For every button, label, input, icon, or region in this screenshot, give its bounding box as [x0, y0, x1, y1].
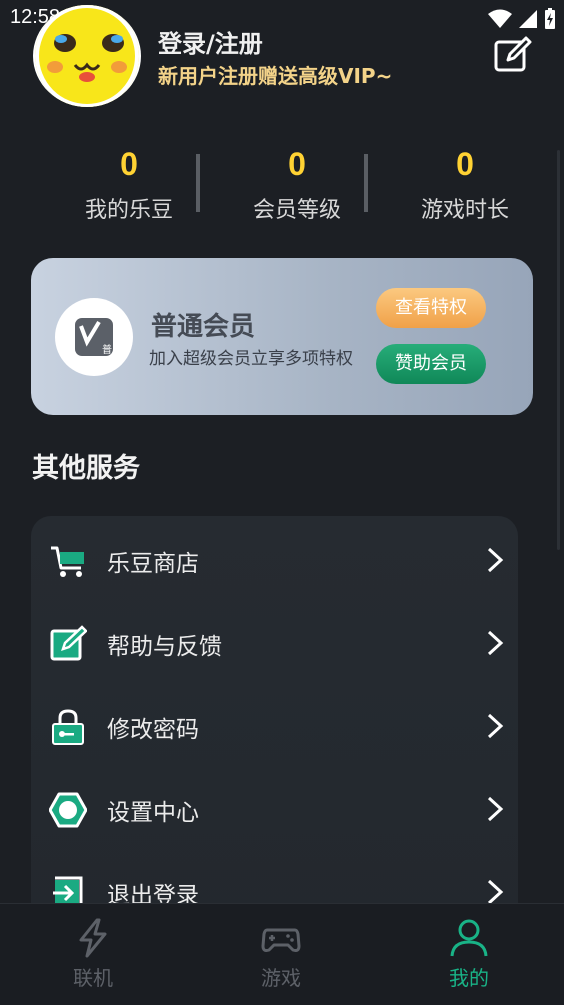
list-item-label: 修改密码: [107, 717, 199, 743]
battery-icon: [545, 8, 555, 29]
vip-description: 加入超级会员立享多项特权: [149, 349, 353, 369]
feedback-icon: [50, 625, 87, 661]
status-icons: [488, 8, 556, 30]
login-register-link[interactable]: 登录/注册: [158, 24, 263, 59]
view-privileges-button[interactable]: 查看特权: [376, 288, 486, 328]
stat-value: 0: [288, 146, 306, 182]
nav-tab-games[interactable]: 游戏: [221, 918, 341, 991]
nav-label: 游戏: [261, 966, 301, 990]
avatar[interactable]: [33, 5, 141, 107]
vip-badge-icon: 普: [75, 318, 113, 356]
gamepad-icon: [261, 928, 301, 952]
chevron-right-icon: [487, 547, 504, 573]
chevron-right-icon: [487, 879, 504, 905]
cart-icon: [51, 546, 84, 577]
stats-row: 0 我的乐豆 0 会员等级 0 游戏时长: [0, 140, 564, 240]
nav-tab-mine[interactable]: 我的: [409, 918, 529, 991]
nav-label: 我的: [449, 966, 489, 990]
stat-ledou[interactable]: 0 我的乐豆: [44, 140, 214, 224]
stat-label: 游戏时长: [420, 198, 509, 223]
stat-value: 0: [120, 146, 138, 182]
services-list: 乐豆商店 帮助与反馈 修改密码 设置中心 退出登录: [31, 516, 518, 936]
stat-game-time[interactable]: 0 游戏时长: [380, 140, 550, 224]
settings-icon: [49, 792, 87, 828]
list-item-help-feedback[interactable]: 帮助与反馈: [31, 603, 518, 683]
wifi-icon: [488, 9, 512, 28]
scrollbar[interactable]: [557, 150, 560, 550]
stat-value: 0: [456, 146, 474, 182]
list-item-label: 帮助与反馈: [107, 634, 222, 660]
stat-divider: [364, 154, 368, 212]
stat-label: 我的乐豆: [84, 198, 173, 223]
list-item-settings[interactable]: 设置中心: [31, 769, 518, 849]
nav-tab-online[interactable]: 联机: [33, 918, 153, 991]
svg-text:普: 普: [102, 343, 112, 356]
list-item-label: 设置中心: [107, 800, 199, 826]
vip-logo: 普: [55, 298, 133, 376]
stat-label: 会员等级: [252, 198, 341, 223]
chevron-right-icon: [487, 713, 504, 739]
stat-member-level[interactable]: 0 会员等级: [212, 140, 382, 224]
pikachu-avatar-icon: [35, 5, 139, 107]
section-title: 其他服务: [32, 453, 140, 484]
chevron-right-icon: [487, 630, 504, 656]
list-item-change-password[interactable]: 修改密码: [31, 686, 518, 766]
sponsor-member-button[interactable]: 赞助会员: [376, 344, 486, 384]
edit-profile-icon[interactable]: [492, 34, 532, 74]
user-icon: [450, 919, 488, 957]
signal-icon: [519, 10, 537, 28]
list-item-ledou-shop[interactable]: 乐豆商店: [31, 520, 518, 600]
bottom-nav: 联机 游戏 我的: [0, 903, 564, 1005]
stat-divider: [196, 154, 200, 212]
list-item-label: 乐豆商店: [107, 551, 199, 577]
lightning-icon: [79, 918, 107, 958]
vip-card[interactable]: 普 普通会员 加入超级会员立享多项特权 查看特权 赞助会员: [31, 258, 533, 415]
register-promo-text: 新用户注册赠送高级VIP~: [158, 64, 393, 88]
nav-label: 联机: [73, 966, 113, 990]
lock-icon: [52, 709, 84, 745]
vip-level-title: 普通会员: [151, 312, 256, 342]
chevron-right-icon: [487, 796, 504, 822]
